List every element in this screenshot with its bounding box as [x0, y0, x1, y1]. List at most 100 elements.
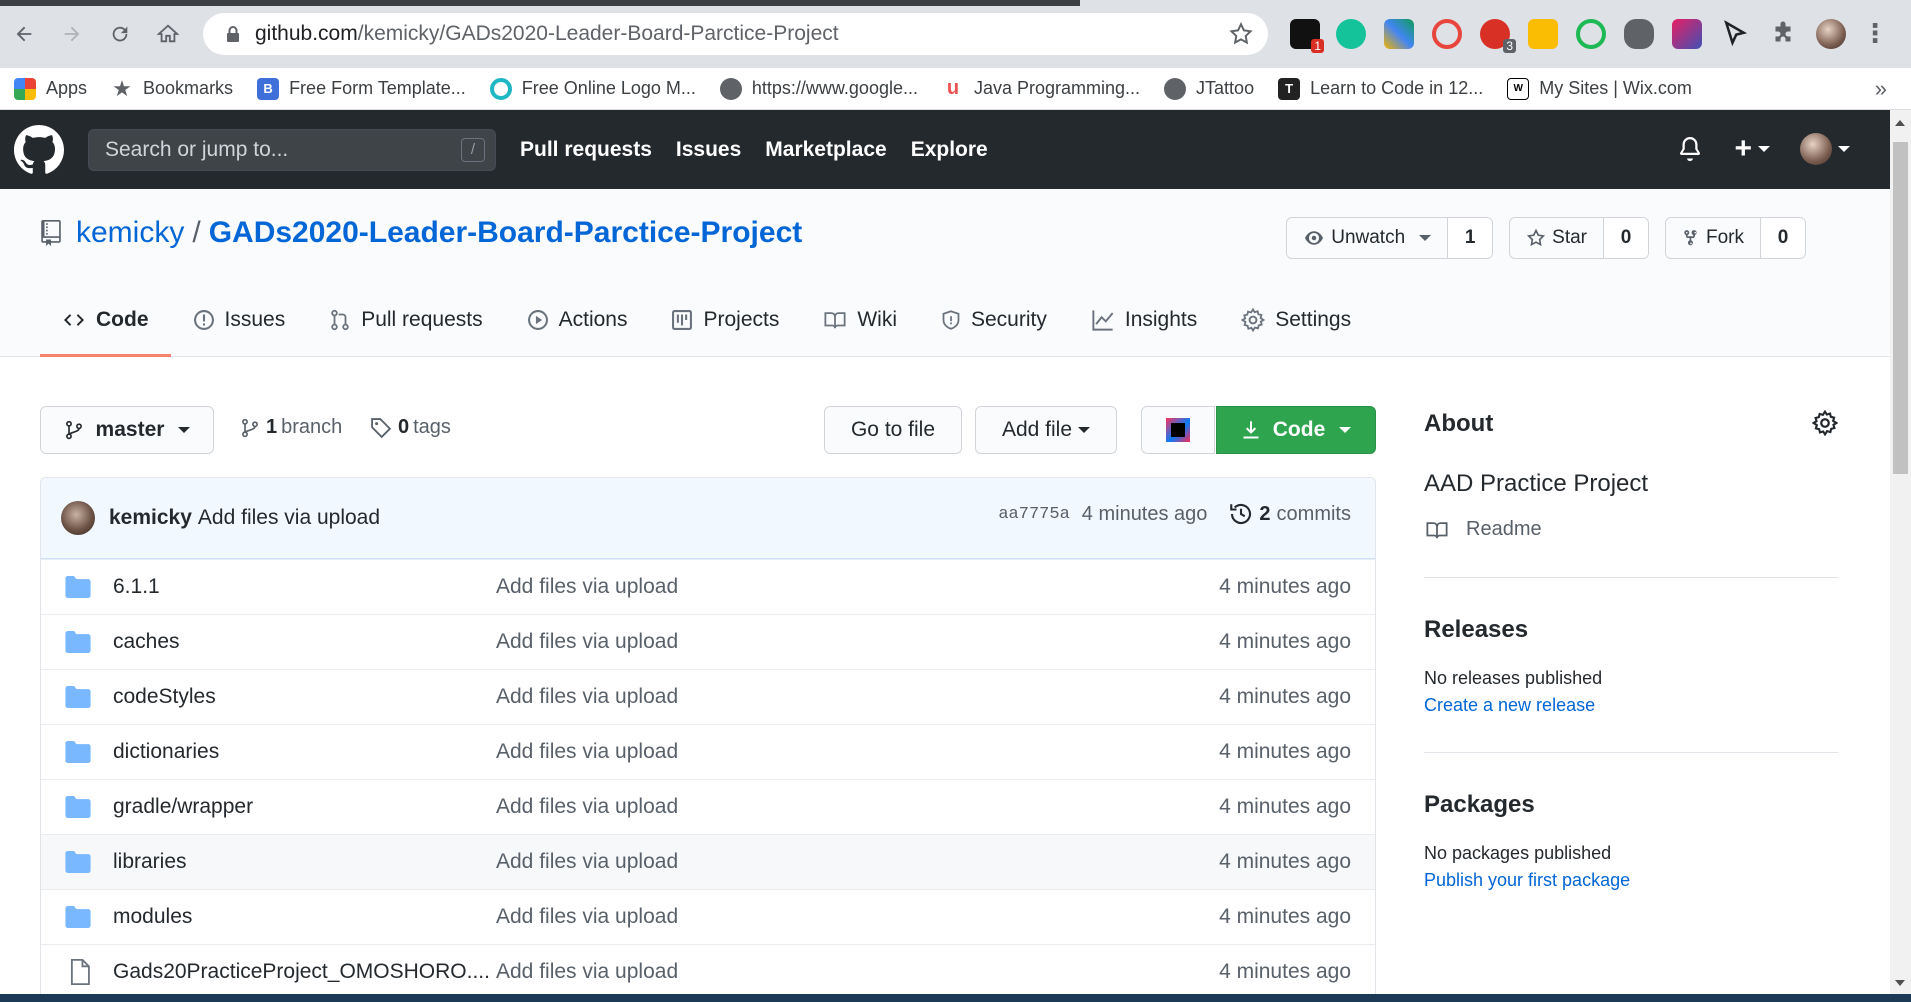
bell-icon[interactable] — [1678, 136, 1702, 162]
publish-package-link[interactable]: Publish your first package — [1424, 870, 1838, 891]
forward-button[interactable] — [56, 18, 88, 50]
table-row[interactable]: 6.1.1 Add files via upload 4 minutes ago — [41, 559, 1375, 614]
file-name-link[interactable]: dictionaries — [113, 740, 219, 764]
chrome-menu-icon[interactable]: ⋮ — [1862, 19, 1888, 49]
file-commit-message[interactable]: Add files via upload — [496, 795, 678, 819]
unwatch-button[interactable]: Unwatch — [1287, 218, 1449, 258]
commit-author-link[interactable]: kemicky — [109, 506, 192, 530]
scrollbar-thumb[interactable] — [1893, 142, 1908, 474]
packages-heading[interactable]: Packages — [1424, 791, 1838, 819]
github-search-input[interactable]: Search or jump to... / — [88, 128, 496, 171]
scroll-up-arrow-icon[interactable] — [1895, 120, 1905, 126]
create-release-link[interactable]: Create a new release — [1424, 695, 1838, 716]
bookmark-java[interactable]: u Java Programming... — [942, 74, 1140, 104]
bookmark-apps[interactable]: Apps — [14, 74, 87, 104]
file-name-link[interactable]: gradle/wrapper — [113, 795, 253, 819]
nav-pull-requests[interactable]: Pull requests — [520, 138, 652, 162]
fork-button[interactable]: Fork — [1666, 218, 1761, 258]
table-row[interactable]: gradle/wrapper Add files via upload 4 mi… — [41, 779, 1375, 834]
releases-heading[interactable]: Releases — [1424, 616, 1838, 644]
user-menu-dropdown[interactable] — [1800, 133, 1850, 165]
tab-actions[interactable]: Actions — [505, 285, 650, 357]
notes-extension-icon[interactable] — [1528, 19, 1558, 49]
file-commit-message[interactable]: Add files via upload — [496, 740, 678, 764]
stargazers-count[interactable]: 0 — [1604, 218, 1648, 258]
page-scrollbar[interactable] — [1890, 110, 1911, 994]
file-commit-message[interactable]: Add files via upload — [496, 905, 678, 929]
grammarly-icon[interactable] — [1336, 19, 1366, 49]
gear-icon[interactable] — [1812, 410, 1838, 436]
extension-gray-icon[interactable] — [1624, 19, 1654, 49]
github-logo-icon[interactable] — [14, 124, 64, 175]
back-button[interactable] — [8, 18, 40, 50]
puzzle-icon[interactable] — [1768, 19, 1798, 49]
table-row[interactable]: caches Add files via upload 4 minutes ag… — [41, 614, 1375, 669]
nav-marketplace[interactable]: Marketplace — [765, 138, 886, 162]
adblock-icon[interactable]: 3 — [1480, 19, 1516, 53]
open-in-ide-button[interactable] — [1141, 406, 1215, 454]
go-to-file-button[interactable]: Go to file — [824, 406, 962, 454]
star-button[interactable]: Star — [1510, 218, 1604, 258]
commit-message-link[interactable]: Add files via upload — [198, 506, 380, 530]
bookmark-jtattoo[interactable]: JTattoo — [1164, 74, 1254, 104]
address-bar[interactable]: github.com/kemicky/GADs2020-Leader-Board… — [203, 13, 1268, 55]
bookmark-free-form[interactable]: B Free Form Template... — [257, 74, 466, 104]
file-name-link[interactable]: 6.1.1 — [113, 575, 160, 599]
table-row[interactable]: libraries Add files via upload 4 minutes… — [41, 834, 1375, 889]
profile-avatar[interactable] — [1816, 19, 1846, 49]
bookmark-wix[interactable]: W My Sites | Wix.com — [1507, 74, 1692, 104]
bookmark-google[interactable]: https://www.google... — [719, 74, 918, 104]
tab-projects[interactable]: Projects — [649, 285, 801, 357]
add-file-button[interactable]: Add file — [975, 406, 1117, 454]
file-name-link[interactable]: caches — [113, 630, 180, 654]
create-new-dropdown[interactable]: + — [1734, 132, 1770, 166]
table-row[interactable]: codeStyles Add files via upload 4 minute… — [41, 669, 1375, 724]
tab-settings[interactable]: Settings — [1219, 285, 1373, 357]
extension-grid-icon[interactable] — [1384, 19, 1414, 49]
table-row[interactable]: dictionaries Add files via upload 4 minu… — [41, 724, 1375, 779]
extension-cube-icon[interactable] — [1672, 19, 1702, 49]
tab-security[interactable]: Security — [919, 285, 1069, 357]
file-name-link[interactable]: modules — [113, 905, 192, 929]
extension-green-icon[interactable] — [1576, 19, 1606, 49]
tab-code[interactable]: Code — [40, 285, 171, 357]
tab-issues[interactable]: Issues — [171, 285, 308, 357]
reload-button[interactable] — [104, 18, 136, 50]
tab-pull-requests[interactable]: Pull requests — [307, 285, 504, 357]
home-button[interactable] — [152, 18, 184, 50]
extension-spiral-icon[interactable] — [1432, 19, 1462, 49]
readme-link[interactable]: Readme — [1424, 518, 1838, 541]
bookmarks-overflow-button[interactable]: » — [1875, 76, 1887, 102]
branches-link[interactable]: 1 branch — [240, 416, 342, 439]
table-row[interactable]: modules Add files via upload 4 minutes a… — [41, 889, 1375, 944]
file-commit-message[interactable]: Add files via upload — [496, 685, 678, 709]
file-name-link[interactable]: libraries — [113, 850, 187, 874]
bookmark-logo-maker[interactable]: Free Online Logo M... — [489, 74, 696, 104]
repo-owner-link[interactable]: kemicky — [76, 216, 184, 250]
file-name-link[interactable]: codeStyles — [113, 685, 216, 709]
tags-link[interactable]: 0 tags — [370, 416, 451, 439]
repo-name-link[interactable]: GADs2020-Leader-Board-Parctice-Project — [209, 216, 803, 250]
tab-wiki[interactable]: Wiki — [801, 285, 919, 357]
file-commit-message[interactable]: Add files via upload — [496, 630, 678, 654]
bookmark-bookmarks[interactable]: ★ Bookmarks — [111, 74, 233, 104]
watchers-count[interactable]: 1 — [1448, 218, 1493, 258]
commit-sha-link[interactable]: aa7775a — [998, 505, 1069, 524]
avatar[interactable] — [61, 501, 95, 535]
nav-issues[interactable]: Issues — [676, 138, 741, 162]
tab-insights[interactable]: Insights — [1069, 285, 1219, 357]
commits-history-link[interactable]: 2 commits — [1229, 502, 1351, 526]
file-commit-message[interactable]: Add files via upload — [496, 850, 678, 874]
code-download-button[interactable]: Code — [1216, 406, 1376, 454]
bookmark-star-icon[interactable] — [1228, 21, 1254, 52]
table-row[interactable]: Gads20PracticeProject_OMOSHORO.... Add f… — [41, 944, 1375, 999]
forks-count[interactable]: 0 — [1761, 218, 1805, 258]
bookmark-learn-code[interactable]: T Learn to Code in 12... — [1278, 74, 1483, 104]
file-commit-message[interactable]: Add files via upload — [496, 575, 678, 599]
branch-select-button[interactable]: master — [40, 406, 214, 454]
cursor-extension-icon[interactable] — [1720, 19, 1750, 49]
scroll-down-arrow-icon[interactable] — [1895, 980, 1905, 986]
nav-explore[interactable]: Explore — [911, 138, 988, 162]
file-name-link[interactable]: Gads20PracticeProject_OMOSHORO.... — [113, 960, 490, 984]
file-commit-message[interactable]: Add files via upload — [496, 960, 678, 984]
